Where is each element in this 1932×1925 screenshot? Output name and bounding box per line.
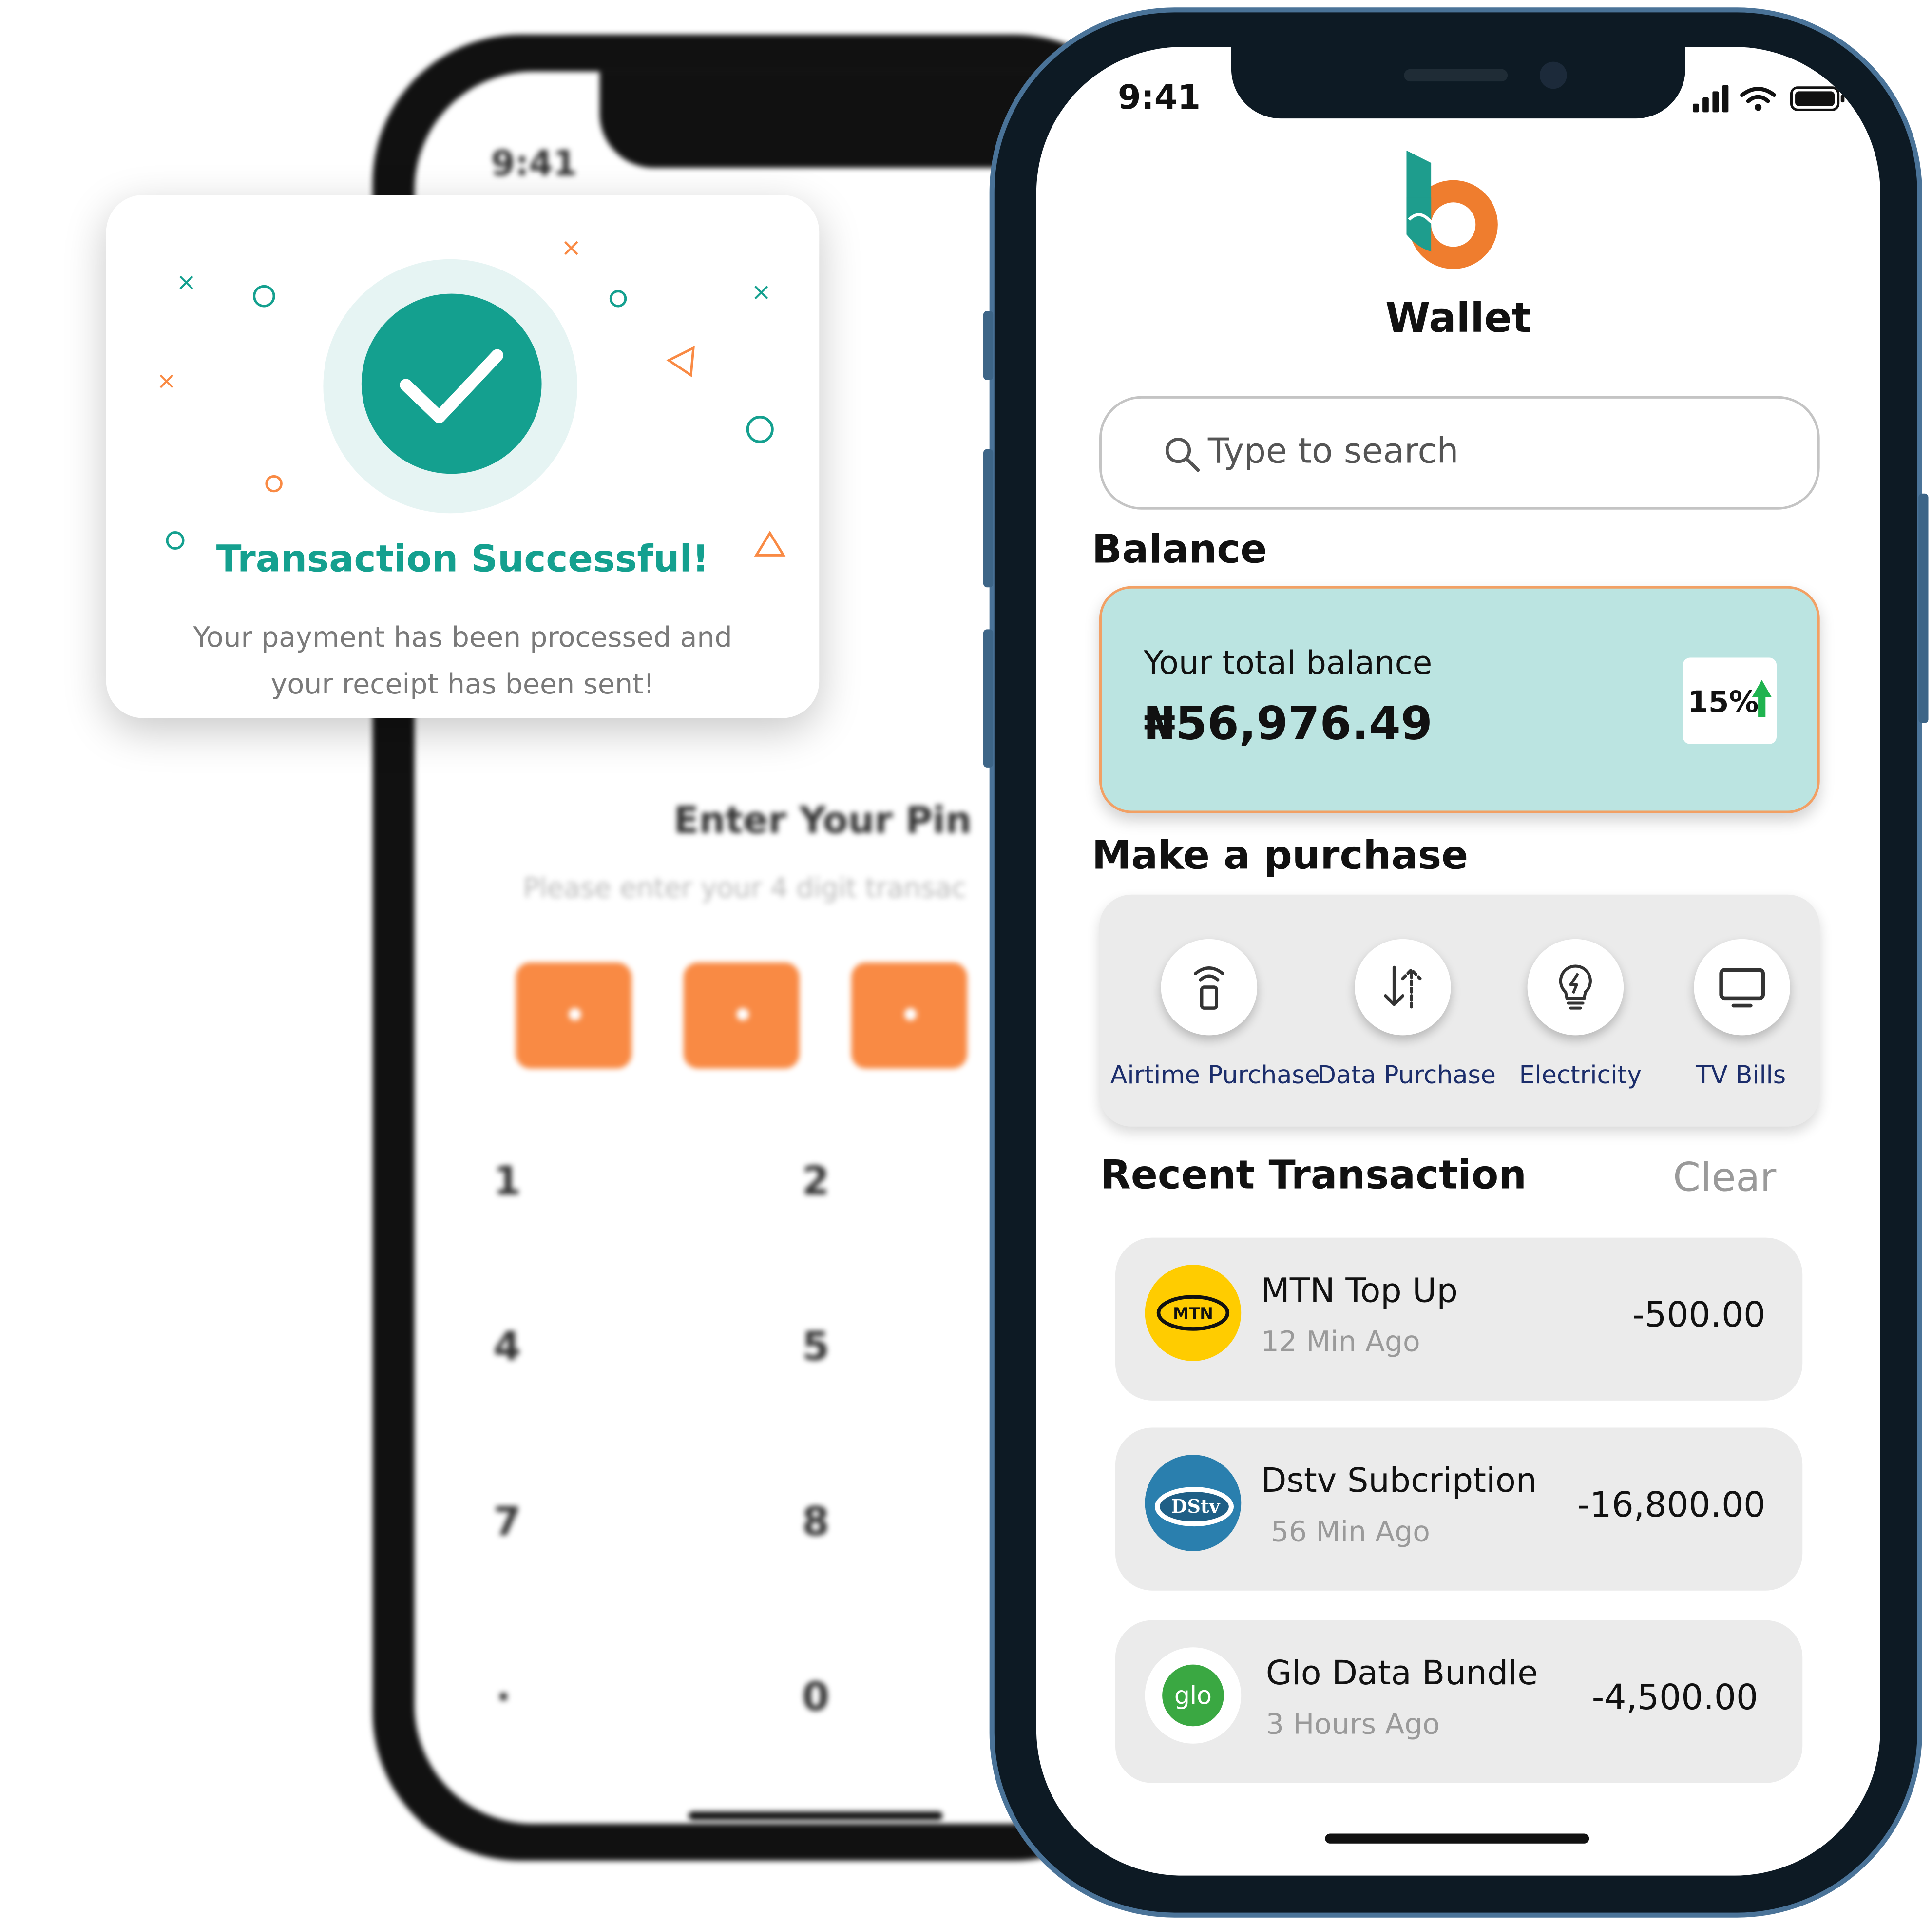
confetti-cross-icon (754, 285, 768, 300)
data-transfer-icon (1355, 939, 1451, 1036)
search-placeholder: Type to search (1207, 430, 1459, 472)
keypad-key-7[interactable]: 7 (494, 1498, 521, 1545)
confetti-triangle-icon (666, 346, 695, 378)
keypad-key-1[interactable]: 1 (494, 1157, 521, 1204)
balance-heading: Balance (1091, 525, 1267, 573)
scene: 9:41 Enter Your Pin Please enter your 4 … (0, 0, 1932, 1925)
confetti-circle-icon (746, 416, 774, 443)
notch (1231, 47, 1685, 119)
transaction-time: 3 Hours Ago (1265, 1709, 1440, 1741)
clear-button[interactable]: Clear (1673, 1154, 1776, 1200)
transaction-row-mtn[interactable]: MTN MTN Top Up 12 Min Ago -500.00 (1115, 1237, 1803, 1401)
keypad-key-4[interactable]: 4 (494, 1323, 521, 1369)
checkmark-icon (361, 293, 542, 474)
glo-logo-icon: glo (1145, 1647, 1242, 1744)
balance-amount: ₦56,976.49 (1144, 697, 1433, 751)
volume-down-button (983, 629, 994, 768)
transaction-row-glo[interactable]: glo Glo Data Bundle 3 Hours Ago -4,500.0… (1115, 1620, 1803, 1783)
tv-icon (1694, 939, 1790, 1036)
power-button (1918, 493, 1929, 723)
confetti-cross-icon (564, 241, 578, 255)
balance-card: Your total balance ₦56,976.49 15% (1099, 586, 1820, 813)
keypad-key-8[interactable]: 8 (802, 1498, 829, 1545)
status-time: 9:41 (1117, 79, 1201, 117)
svg-text:MTN: MTN (1173, 1304, 1213, 1323)
signal-icon (1692, 85, 1729, 113)
change-percent: 15% (1687, 685, 1759, 720)
volume-up-button (983, 449, 994, 588)
search-icon (1165, 438, 1200, 472)
dstv-logo-icon: DStv (1145, 1455, 1242, 1551)
pin-digit-box[interactable] (516, 962, 632, 1069)
pin-title: Enter Your Pin (673, 799, 972, 843)
recent-heading: Recent Transaction (1100, 1151, 1527, 1198)
transaction-name: MTN Top Up (1261, 1272, 1458, 1310)
lightbulb-icon (1527, 939, 1624, 1036)
purchase-card: Airtime Purchase Data Purchase Electrici… (1099, 894, 1820, 1127)
transaction-amount: -16,800.00 (1577, 1484, 1766, 1525)
mute-switch (983, 311, 994, 380)
keypad-key-0[interactable]: 0 (802, 1673, 829, 1720)
keypad-key-dot[interactable]: . (496, 1663, 511, 1710)
transaction-amount: -4,500.00 (1591, 1676, 1759, 1718)
keypad-key-2[interactable]: 2 (802, 1157, 829, 1204)
arrow-up-icon (1752, 680, 1772, 717)
success-title: Transaction Successful! (216, 538, 709, 581)
wallet-screen: 9:41 Wallet Type to search Balance Your … (1036, 47, 1880, 1876)
purchase-heading: Make a purchase (1091, 831, 1469, 879)
status-icons (1692, 84, 1848, 118)
confetti-cross-icon (179, 275, 193, 289)
transaction-row-dstv[interactable]: DStv Dstv Subcription 56 Min Ago -16,800… (1115, 1427, 1803, 1591)
keypad-key-5[interactable]: 5 (802, 1323, 829, 1369)
pin-digit-box[interactable] (851, 962, 968, 1069)
pin-home-indicator (688, 1811, 943, 1820)
svg-text:DStv: DStv (1171, 1495, 1221, 1517)
confetti-circle-icon (609, 290, 627, 308)
battery-icon (1790, 86, 1845, 111)
transaction-name: Glo Data Bundle (1265, 1655, 1538, 1693)
confetti-circle-icon (253, 285, 275, 308)
phone-signal-icon (1161, 939, 1258, 1036)
transaction-amount: -500.00 (1632, 1294, 1766, 1335)
search-input[interactable]: Type to search (1099, 396, 1820, 510)
wallet-logo-icon (1401, 148, 1500, 284)
mtn-logo-icon: MTN (1145, 1265, 1242, 1361)
transaction-time: 12 Min Ago (1261, 1326, 1420, 1359)
tv-bills-label: TV Bills (1696, 1059, 1786, 1090)
speaker (1404, 69, 1508, 82)
confetti-cross-icon (159, 374, 173, 388)
svg-text:glo: glo (1174, 1681, 1212, 1710)
wifi-icon (1740, 87, 1777, 103)
success-modal: Transaction Successful! Your payment has… (106, 195, 820, 718)
change-badge: 15% (1683, 657, 1777, 744)
pin-digit-box[interactable] (683, 962, 800, 1069)
confetti-circle-icon (265, 475, 283, 493)
airtime-purchase-label: Airtime Purchase (1110, 1059, 1320, 1090)
pin-status-time: 9:41 (491, 143, 577, 184)
success-message: Your payment has been processed and your… (193, 622, 732, 701)
app-title: Wallet (1385, 293, 1531, 342)
data-purchase-label: Data Purchase (1317, 1059, 1496, 1090)
pin-subtitle: Please enter your 4 digit transac (523, 873, 967, 905)
balance-label: Your total balance (1144, 645, 1433, 683)
transaction-time: 56 Min Ago (1270, 1516, 1430, 1549)
home-indicator (1325, 1833, 1589, 1844)
transaction-name: Dstv Subcription (1261, 1462, 1537, 1501)
front-camera (1539, 61, 1567, 89)
